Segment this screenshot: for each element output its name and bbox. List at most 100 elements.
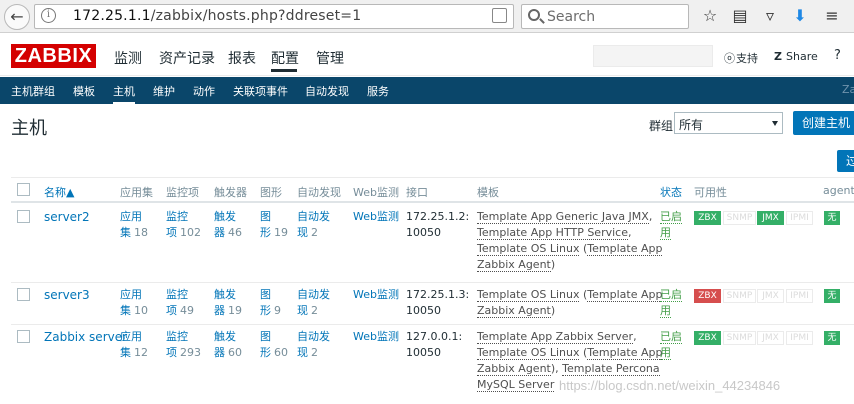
menu-configuration[interactable]: 配置 xyxy=(271,48,299,68)
select-all-checkbox[interactable] xyxy=(17,183,30,196)
graphs-link[interactable]: 图形9 xyxy=(260,287,281,319)
templates-list: Template App Generic Java JMX, Template A… xyxy=(477,209,663,273)
group-select[interactable]: 所有 xyxy=(674,112,783,134)
col-templates: 模板 xyxy=(477,186,499,199)
graphs-link[interactable]: 图形 60 xyxy=(260,329,288,361)
subnav-maintenance[interactable]: 维护 xyxy=(153,83,175,99)
template-link[interactable]: Zabbix Agent xyxy=(477,304,551,318)
back-button[interactable]: ← xyxy=(4,4,30,30)
col-status[interactable]: 状态 xyxy=(660,184,682,200)
download-icon[interactable]: ⬇ xyxy=(790,6,810,26)
triggers-link[interactable]: 触发器 60 xyxy=(214,329,242,361)
col-graphs: 图形 xyxy=(260,186,282,199)
template-line: Template OS Linux (Template App xyxy=(477,345,663,361)
col-agent-encryption: agent xyxy=(823,184,854,197)
items-link[interactable]: 监控项 49 xyxy=(166,287,194,319)
template-link[interactable]: Template OS Linux xyxy=(477,288,580,302)
template-link[interactable]: MySQL Server xyxy=(477,378,555,392)
items-link[interactable]: 监控项 293 xyxy=(166,329,201,361)
discovery-link[interactable]: 自动发现 2 xyxy=(297,209,330,241)
template-link[interactable]: Template OS Linux xyxy=(477,346,580,360)
subnav-actions[interactable]: 动作 xyxy=(193,83,215,99)
discovery-link-count: 2 xyxy=(311,346,318,359)
col-name[interactable]: 名称▲ xyxy=(44,184,74,200)
template-link[interactable]: Template App Generic Java JMX xyxy=(477,210,649,224)
template-separator: ) xyxy=(550,304,556,317)
help-icon[interactable]: ? xyxy=(834,48,841,63)
row-checkbox[interactable] xyxy=(17,210,30,223)
subnav-hosts[interactable]: 主机 xyxy=(113,83,135,104)
share-link[interactable]: Share xyxy=(786,50,818,63)
availability-badge: JMX xyxy=(757,289,784,303)
template-link[interactable]: Template Percona xyxy=(562,362,660,376)
menu-administration[interactable]: 管理 xyxy=(316,48,344,68)
status-toggle[interactable]: 已启用 xyxy=(660,287,682,319)
applications-link[interactable]: 应用集 12 xyxy=(120,329,148,361)
reader-view-icon[interactable] xyxy=(492,8,507,23)
support-icon[interactable]: ⓞ xyxy=(724,50,735,66)
support-link[interactable]: 支持 xyxy=(736,50,758,66)
menu-icon[interactable]: ≡ xyxy=(822,6,842,26)
menu-reports[interactable]: 报表 xyxy=(228,48,256,68)
applications-link[interactable]: 应用集 18 xyxy=(120,209,148,241)
graphs-link-label-cont: 形 xyxy=(260,226,271,239)
web-monitoring-link[interactable]: Web监测 xyxy=(353,287,399,303)
bookmark-star-icon[interactable]: ☆ xyxy=(700,6,720,26)
template-separator: ) xyxy=(550,258,556,271)
status-toggle[interactable]: 已启用 xyxy=(660,329,682,361)
active-menu-indicator xyxy=(271,69,297,72)
items-link-count: 293 xyxy=(180,346,201,359)
reading-list-icon[interactable]: ▤ xyxy=(730,6,750,26)
graphs-link-label: 图 xyxy=(260,288,271,301)
host-name-link[interactable]: server3 xyxy=(44,287,90,303)
subnav-host-groups[interactable]: 主机群组 xyxy=(11,83,55,99)
template-link[interactable]: Zabbix Agent xyxy=(477,258,551,272)
status-toggle[interactable]: 已启用 xyxy=(660,209,682,241)
row-checkbox[interactable] xyxy=(17,330,30,343)
web-monitoring-link[interactable]: Web监测 xyxy=(353,329,399,345)
discovery-link[interactable]: 自动发现 2 xyxy=(297,329,330,361)
menu-monitoring[interactable]: 监测 xyxy=(114,48,142,68)
filter-button[interactable]: 过 xyxy=(837,150,854,172)
items-link-label: 监控 xyxy=(166,210,188,223)
subnav-discovery[interactable]: 自动发现 xyxy=(305,83,349,99)
subnav-services[interactable]: 服务 xyxy=(367,83,389,99)
search-icon xyxy=(528,9,540,21)
template-link[interactable]: Template App Zabbix Server xyxy=(477,330,634,344)
web-monitoring-link[interactable]: Web监测 xyxy=(353,209,399,225)
items-link-label: 监控 xyxy=(166,330,188,343)
row-checkbox[interactable] xyxy=(17,288,30,301)
graphs-link[interactable]: 图形 19 xyxy=(260,209,288,241)
browser-search-input[interactable]: Search xyxy=(521,4,689,29)
pocket-icon[interactable]: ▿ xyxy=(760,6,780,26)
template-link[interactable]: Template App HTTP Service xyxy=(477,226,628,240)
header-search-input[interactable] xyxy=(593,45,713,67)
template-link[interactable]: Template App xyxy=(587,346,663,360)
template-link[interactable]: Template OS Linux xyxy=(477,242,580,256)
triggers-link[interactable]: 触发器 46 xyxy=(214,209,242,241)
availability-badge: SNMP xyxy=(723,289,756,303)
create-host-button[interactable]: 创建主机 xyxy=(793,111,854,135)
address-bar[interactable]: i 172.25.1.1/zabbix/hosts.php?ddreset=1 xyxy=(34,4,514,29)
site-info-icon[interactable]: i xyxy=(41,8,56,23)
subnav-templates[interactable]: 模板 xyxy=(73,83,95,99)
hosts-table: 名称▲ 应用集 监控项 触发器 图形 自动发现 Web监测 接口 模板 状态 可… xyxy=(11,177,854,404)
discovery-link-count: 2 xyxy=(311,226,318,239)
col-availability: 可用性 xyxy=(694,186,727,199)
subnav-correlation[interactable]: 关联项事件 xyxy=(233,83,288,99)
share-icon[interactable]: Z xyxy=(774,50,782,63)
graphs-link-count: 60 xyxy=(274,346,288,359)
applications-link-label: 应用 xyxy=(120,288,142,301)
triggers-link[interactable]: 触发器 19 xyxy=(214,287,242,319)
template-line: Template App HTTP Service, xyxy=(477,225,662,241)
applications-link[interactable]: 应用集 10 xyxy=(120,287,148,319)
discovery-link[interactable]: 自动发现 2 xyxy=(297,287,330,319)
template-link[interactable]: Zabbix Agent xyxy=(477,362,551,376)
items-link[interactable]: 监控项 102 xyxy=(166,209,201,241)
host-name-link[interactable]: server2 xyxy=(44,209,90,225)
menu-inventory[interactable]: 资产记录 xyxy=(159,48,215,68)
template-link[interactable]: Template App xyxy=(587,288,663,302)
template-link[interactable]: Template App xyxy=(587,242,663,256)
zabbix-logo[interactable]: ZABBIX xyxy=(11,44,96,68)
host-name-link[interactable]: Zabbix server xyxy=(44,329,127,345)
